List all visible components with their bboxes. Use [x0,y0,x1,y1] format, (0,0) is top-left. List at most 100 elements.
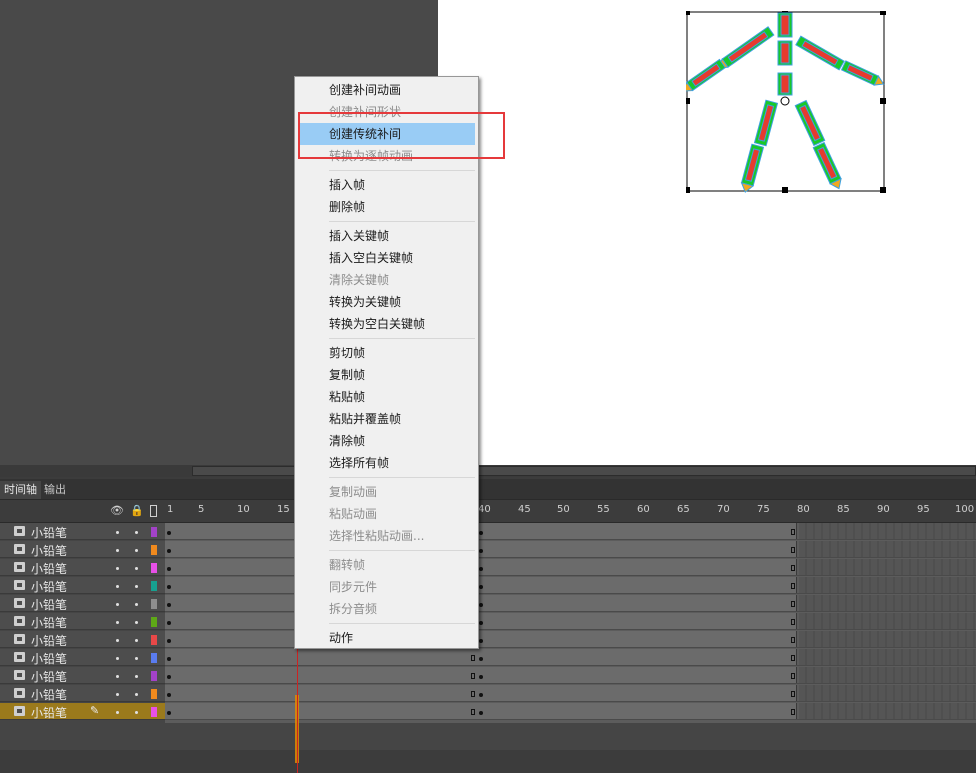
frame-row[interactable] [165,595,976,612]
layer-row[interactable]: 小铅笔 [0,523,165,540]
layer-color-swatch[interactable] [151,527,157,537]
frame-row[interactable] [165,685,976,702]
layer-name[interactable]: 小铅笔 [31,578,67,595]
lock-dot[interactable] [135,603,138,606]
menu-item[interactable]: 复制帧 [298,364,475,386]
frame-row[interactable] [165,667,976,684]
end-frame-marker[interactable] [791,565,795,571]
layer-name[interactable]: 小铅笔 [31,560,67,577]
layer-row[interactable]: 小铅笔 [0,685,165,702]
keyframe-marker[interactable] [167,603,171,607]
end-frame-marker[interactable] [791,655,795,661]
keyframe-marker[interactable] [167,657,171,661]
menu-item[interactable]: 粘贴动画 [298,503,475,525]
menu-item[interactable]: 清除帧 [298,430,475,452]
eye-icon[interactable]: 👁 [110,504,124,517]
pencil-figure-group[interactable] [686,11,886,193]
end-frame-marker[interactable] [471,673,475,679]
keyframe-marker[interactable] [479,675,483,679]
keyframe-marker[interactable] [479,657,483,661]
layer-color-swatch[interactable] [151,563,157,573]
frame-row[interactable] [165,613,976,630]
lock-dot[interactable] [135,693,138,696]
menu-item[interactable]: 动作 [298,627,475,649]
layer-name[interactable]: 小铅笔 [31,704,67,721]
menu-item[interactable]: 插入空白关键帧 [298,247,475,269]
stage-horizontal-scrollbar[interactable] [0,465,976,477]
layer-color-swatch[interactable] [151,599,157,609]
layer-color-swatch[interactable] [151,653,157,663]
layer-color-swatch[interactable] [151,707,157,717]
layer-name[interactable]: 小铅笔 [31,632,67,649]
end-frame-marker[interactable] [791,529,795,535]
menu-item[interactable]: 转换为关键帧 [298,291,475,313]
visibility-dot[interactable] [116,639,119,642]
layer-row[interactable]: 小铅笔 [0,613,165,630]
end-frame-marker[interactable] [791,709,795,715]
keyframe-marker[interactable] [479,549,483,553]
keyframe-marker[interactable] [167,621,171,625]
menu-item[interactable]: 插入关键帧 [298,225,475,247]
layer-row[interactable]: 小铅笔 [0,595,165,612]
lock-dot[interactable] [135,711,138,714]
keyframe-marker[interactable] [479,603,483,607]
visibility-dot[interactable] [116,531,119,534]
frame-row[interactable] [165,631,976,648]
menu-item[interactable]: 清除关键帧 [298,269,475,291]
end-frame-marker[interactable] [471,709,475,715]
keyframe-marker[interactable] [167,567,171,571]
empty-frames[interactable] [799,667,976,683]
layer-row[interactable]: 小铅笔 [0,577,165,594]
menu-item[interactable]: 选择所有帧 [298,452,475,474]
visibility-dot[interactable] [116,549,119,552]
keyframe-marker[interactable] [167,531,171,535]
lock-dot[interactable] [135,639,138,642]
layer-name[interactable]: 小铅笔 [31,650,67,667]
lock-icon[interactable]: 🔒 [130,504,144,517]
layer-color-swatch[interactable] [151,545,157,555]
end-frame-marker[interactable] [791,601,795,607]
layer-color-swatch[interactable] [151,581,157,591]
menu-item[interactable]: 转换为空白关键帧 [298,313,475,335]
outline-icon[interactable] [150,505,157,517]
layer-color-swatch[interactable] [151,617,157,627]
menu-item[interactable]: 插入帧 [298,174,475,196]
empty-frames[interactable] [799,577,976,593]
keyframe-marker[interactable] [479,585,483,589]
keyframe-marker[interactable] [479,531,483,535]
frame-ruler[interactable]: 1 5 10 15 40 45 50 55 60 65 70 75 80 85 … [165,500,976,522]
visibility-dot[interactable] [116,621,119,624]
end-frame-marker[interactable] [471,655,475,661]
menu-item[interactable]: 复制动画 [298,481,475,503]
layer-name[interactable]: 小铅笔 [31,614,67,631]
layer-row[interactable]: 小铅笔 [0,649,165,666]
layer-name[interactable]: 小铅笔 [31,668,67,685]
frame-grid[interactable] [165,523,976,773]
menu-item[interactable]: 选择性粘贴动画... [298,525,475,547]
layer-name[interactable]: 小铅笔 [31,596,67,613]
keyframe-marker[interactable] [479,567,483,571]
keyframe-marker[interactable] [479,711,483,715]
visibility-dot[interactable] [116,603,119,606]
layer-color-swatch[interactable] [151,671,157,681]
frame-row[interactable] [165,541,976,558]
empty-frames[interactable] [799,613,976,629]
keyframe-marker[interactable] [167,549,171,553]
menu-item[interactable]: 剪切帧 [298,342,475,364]
end-frame-marker[interactable] [471,691,475,697]
end-frame-marker[interactable] [791,583,795,589]
lock-dot[interactable] [135,675,138,678]
menu-item[interactable]: 同步元件 [298,576,475,598]
lock-dot[interactable] [135,531,138,534]
lock-dot[interactable] [135,621,138,624]
empty-frames[interactable] [799,649,976,665]
menu-item[interactable]: 粘贴帧 [298,386,475,408]
end-frame-marker[interactable] [791,691,795,697]
lock-dot[interactable] [135,549,138,552]
empty-frames[interactable] [799,631,976,647]
frame-row[interactable] [165,577,976,594]
layer-name[interactable]: 小铅笔 [31,542,67,559]
frame-row[interactable] [165,559,976,576]
keyframe-marker[interactable] [167,675,171,679]
menu-item[interactable]: 拆分音频 [298,598,475,620]
